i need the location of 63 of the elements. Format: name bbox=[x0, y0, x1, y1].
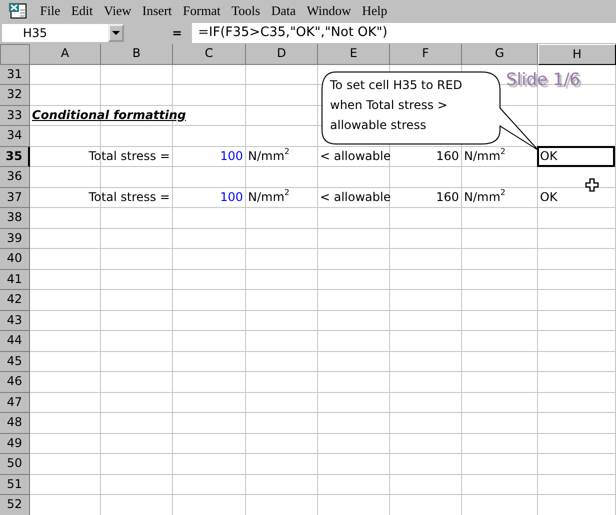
row-header[interactable]: 46 bbox=[0, 372, 30, 392]
cell-text: N/mm$^{2}$ bbox=[248, 146, 290, 164]
row-header[interactable]: 45 bbox=[0, 352, 30, 372]
column-header[interactable]: E bbox=[318, 44, 390, 64]
equals-sign: = bbox=[170, 26, 183, 40]
cell-text: 160 bbox=[436, 148, 459, 164]
row-header[interactable]: 52 bbox=[0, 495, 30, 515]
cell-text: OK bbox=[537, 146, 615, 166]
row-header[interactable]: 33 bbox=[0, 106, 30, 126]
menu-item[interactable]: View bbox=[102, 3, 132, 19]
row-header[interactable]: 41 bbox=[0, 270, 30, 290]
slide-label: Slide 1/6 bbox=[506, 70, 580, 90]
cell-text: < allowable bbox=[320, 148, 391, 164]
cell-text: N/mm$^{2}$ bbox=[248, 188, 290, 206]
column-header[interactable]: G bbox=[462, 44, 538, 64]
row-header[interactable]: 50 bbox=[0, 454, 30, 474]
row-header[interactable]: 37 bbox=[0, 188, 30, 208]
name-box[interactable]: H35 bbox=[2, 24, 108, 42]
menu-item[interactable]: Window bbox=[306, 3, 352, 19]
row-header[interactable]: 36 bbox=[0, 167, 30, 188]
row-header[interactable]: 31 bbox=[0, 64, 30, 85]
column-header[interactable]: D bbox=[246, 44, 318, 64]
caret-icon bbox=[112, 30, 120, 36]
row-header[interactable]: 48 bbox=[0, 413, 30, 434]
cell-text: 160 bbox=[436, 188, 459, 206]
row-header[interactable]: 42 bbox=[0, 290, 30, 310]
cell-text: N/mm$^{2}$ bbox=[464, 146, 506, 164]
formula-field[interactable]: =IF(F35>C35,"OK","Not OK") bbox=[192, 23, 616, 43]
row-header[interactable]: 38 bbox=[0, 208, 30, 228]
row-header[interactable]: 47 bbox=[0, 392, 30, 413]
menu-item[interactable]: Insert bbox=[141, 3, 173, 19]
cell-text: < allowable bbox=[320, 188, 391, 206]
section-heading: Conditional formatting bbox=[32, 106, 186, 124]
row-header[interactable]: 32 bbox=[0, 85, 30, 106]
row-header[interactable]: 44 bbox=[0, 331, 30, 352]
column-header[interactable]: A bbox=[30, 44, 101, 64]
spreadsheet-icon[interactable] bbox=[8, 2, 28, 20]
menu-item[interactable]: Tools bbox=[230, 3, 262, 19]
menu-item[interactable]: Edit bbox=[70, 3, 94, 19]
cell-text: OK bbox=[540, 188, 558, 206]
cell-text: Total stress = bbox=[88, 148, 170, 164]
row-header[interactable]: 35 bbox=[0, 146, 30, 167]
row-header[interactable]: 40 bbox=[0, 249, 30, 270]
menu-item[interactable]: Format bbox=[182, 3, 222, 19]
column-header[interactable]: B bbox=[101, 44, 173, 64]
row-header[interactable]: 51 bbox=[0, 474, 30, 495]
cell-text: 100 bbox=[220, 148, 243, 164]
cell-text: Total stress = bbox=[88, 188, 170, 206]
row-header[interactable]: 39 bbox=[0, 228, 30, 249]
row-header[interactable]: 43 bbox=[0, 310, 30, 331]
dropdown-button[interactable] bbox=[108, 24, 124, 42]
column-header[interactable]: H bbox=[538, 44, 616, 64]
row-header[interactable]: 49 bbox=[0, 434, 30, 454]
menu-item[interactable]: Data bbox=[270, 3, 297, 19]
menu-item[interactable]: Help bbox=[360, 3, 388, 19]
cross-cursor-icon bbox=[585, 178, 599, 192]
cell-text: N/mm$^{2}$ bbox=[464, 188, 506, 206]
menu-item[interactable]: File bbox=[39, 3, 62, 19]
row-header[interactable]: 34 bbox=[0, 126, 30, 146]
column-header[interactable]: C bbox=[173, 44, 246, 64]
column-header[interactable]: F bbox=[390, 44, 462, 64]
cell-text: 100 bbox=[220, 188, 243, 206]
callout-text: To set cell H35 to RED when Total stress > allowable stress bbox=[330, 77, 464, 134]
